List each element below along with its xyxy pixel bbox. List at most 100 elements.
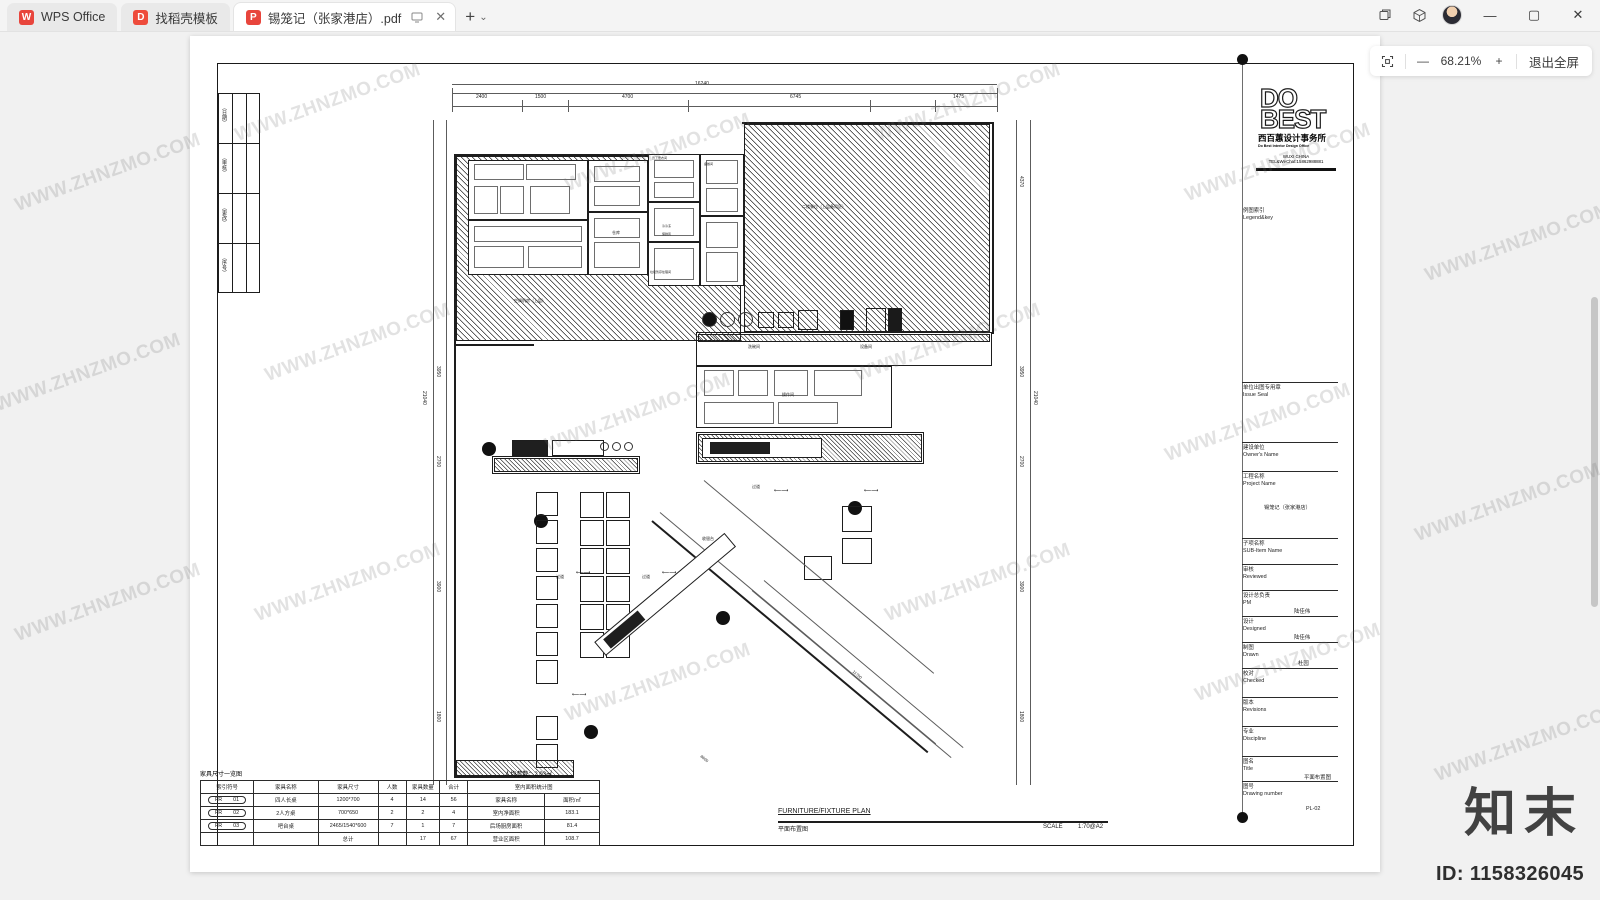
chevron-down-icon[interactable]: ⌄ <box>479 12 487 23</box>
split-view-icon[interactable] <box>1368 0 1402 30</box>
index-symbol-cell: FR 02 <box>199 806 255 820</box>
cube-icon[interactable] <box>1402 0 1436 30</box>
vertical-scrollbar[interactable] <box>1591 72 1598 900</box>
close-window-button[interactable]: ✕ <box>1556 0 1600 31</box>
furniture-table-title: 家具尺寸一览图 <box>200 772 243 778</box>
zoom-out-button[interactable]: — <box>1409 48 1437 74</box>
field-cn: 图号 <box>1243 784 1254 790</box>
avatar[interactable] <box>1442 5 1462 25</box>
stamp-row-label: （审核） <box>221 155 227 175</box>
field-cn: 专业 <box>1243 729 1254 735</box>
furniture-total: 7 <box>439 819 469 833</box>
area-name: 营业区面积 <box>467 832 545 846</box>
document-viewport[interactable]: （日期） （审核） （更改） （序号） 2400 1500 4700 6745 … <box>0 32 1600 900</box>
field-title: 图名 Title <box>1243 759 1254 773</box>
field-drawing-number: 图号 Drawing number <box>1243 784 1283 798</box>
field-en: Issue Seal <box>1243 392 1269 399</box>
flow-arrow-icon: ⟵⟶ <box>662 570 677 576</box>
zoom-toolbar: — 68.21% + 退出全屏 <box>1369 46 1592 76</box>
plus-icon: + <box>465 7 476 26</box>
col-index-symbol: 索引符号 <box>199 780 255 794</box>
exit-fullscreen-button[interactable]: 退出全屏 <box>1520 52 1588 71</box>
room-label: 过道 <box>752 484 760 489</box>
tab-wps-office[interactable]: W WPS Office <box>7 3 118 31</box>
close-icon[interactable]: ✕ <box>432 9 449 26</box>
field-designed-value: 陆佳伟 <box>1294 635 1311 641</box>
dimension-label: 4370 <box>1018 176 1024 188</box>
tab-daoke-template[interactable]: D 找稻壳模板 <box>121 3 230 31</box>
dimension-label: 2400 <box>476 94 488 100</box>
dimension-label: 8600 <box>699 753 710 764</box>
tab-pdf-document[interactable]: P 锡笼记（张家港店）.pdf ✕ <box>233 3 456 31</box>
fit-page-icon[interactable] <box>1374 48 1402 74</box>
tab-label: WPS Office <box>41 10 106 24</box>
field-cn: 版本 <box>1243 700 1254 706</box>
dimension-label-overall: 21040 <box>421 391 427 405</box>
table-row: 室内净面积 183.1 <box>467 806 601 820</box>
divider <box>1404 53 1406 69</box>
dimension-label: 11700 <box>851 669 864 680</box>
stamp-row-label: （序号） <box>221 255 227 275</box>
table-row: 营业区面积 108.7 <box>467 832 601 846</box>
index-symbol-cell: FR 03 <box>199 819 255 833</box>
scrollbar-thumb[interactable] <box>1591 297 1598 607</box>
field-cn: 校对 <box>1243 671 1254 677</box>
col-size: 家具尺寸 <box>317 780 379 794</box>
dimension-label: 1800 <box>1018 711 1024 723</box>
room-label: 操作间 <box>782 392 794 397</box>
revision-stamp-table: （日期） （审核） （更改） （序号） <box>218 93 260 293</box>
field-cn: 工程名称 <box>1243 474 1265 480</box>
field-en: Title <box>1243 766 1253 773</box>
dimension-label: 2700 <box>1018 456 1024 468</box>
flow-arrow-icon: ⟵⟶ <box>864 488 879 494</box>
furniture-seats: 2 <box>377 806 407 820</box>
furniture-size: 700*650 <box>317 806 379 820</box>
watermark: WWW.ZHNZMO.COM <box>1422 199 1600 286</box>
field-cn: 图名 <box>1243 759 1254 765</box>
watermark: WWW.ZHNZMO.COM <box>1412 459 1600 546</box>
area-value: 108.7 <box>543 832 601 846</box>
new-tab-button[interactable]: + ⌄ <box>465 3 487 31</box>
field-reviewed: 审核 Reviewed <box>1243 567 1267 581</box>
area-value: 81.4 <box>543 819 601 833</box>
scale-label: SCALE <box>1043 824 1063 830</box>
field-en: Checked <box>1243 678 1265 685</box>
table-row: 家具名称 面积/㎡ <box>467 793 601 807</box>
window-controls: — ▢ ✕ <box>1368 0 1600 31</box>
furniture-seats: 4 <box>377 793 407 807</box>
room-label: 过道 <box>556 574 564 579</box>
tag-prefix: FR <box>214 810 223 816</box>
dimension-label: 1475 <box>953 94 965 100</box>
pdf-icon: P <box>245 9 261 25</box>
furniture-table: 索引符号 家具名称 家具尺寸 人数 家具数量 合计 FR 01 四人长桌 120… <box>199 780 469 846</box>
zoom-in-button[interactable]: + <box>1485 48 1513 74</box>
footer-blank <box>199 832 255 846</box>
index-symbol-cell: FR 01 <box>199 793 255 807</box>
table-header-row: 索引符号 家具名称 家具尺寸 人数 家具数量 合计 <box>199 780 469 794</box>
dimension-label: 3900 <box>435 581 441 593</box>
furniture-qty: 2 <box>405 806 441 820</box>
zoom-level[interactable]: 68.21% <box>1437 54 1485 68</box>
tab-present-icon[interactable] <box>408 9 425 26</box>
area-col-value: 面积/㎡ <box>543 793 601 807</box>
flow-arrow-icon: ⟵⟶ <box>576 570 591 576</box>
furniture-total: 4 <box>439 806 469 820</box>
footer-total-label: 总计 <box>317 832 379 846</box>
field-owner-name: 建设单位 Owner's Name <box>1243 445 1278 459</box>
maximize-button[interactable]: ▢ <box>1512 0 1556 31</box>
field-cn: 制图 <box>1243 645 1254 651</box>
footer-blank <box>253 832 319 846</box>
tag-prefix: FR <box>214 823 223 829</box>
stamp-row-label: （更改） <box>221 205 227 225</box>
furniture-total: 56 <box>439 793 469 807</box>
legend-cn: 例图索引 <box>1243 208 1265 214</box>
room-label: 备餐间 <box>704 162 714 166</box>
dimension-label: 1500 <box>535 94 547 100</box>
field-title-value: 平面布置图 <box>1304 775 1331 781</box>
minimize-button[interactable]: — <box>1468 0 1512 31</box>
field-drawn: 制图 Drawn <box>1243 645 1259 659</box>
room-label: 过道 <box>642 574 650 579</box>
avg-parameter-label: 人均参数：2.03㎡ <box>504 772 552 778</box>
daoke-icon: D <box>133 9 149 25</box>
plan-caption-en: FURNITURE/FIXTURE PLAN <box>778 808 871 815</box>
